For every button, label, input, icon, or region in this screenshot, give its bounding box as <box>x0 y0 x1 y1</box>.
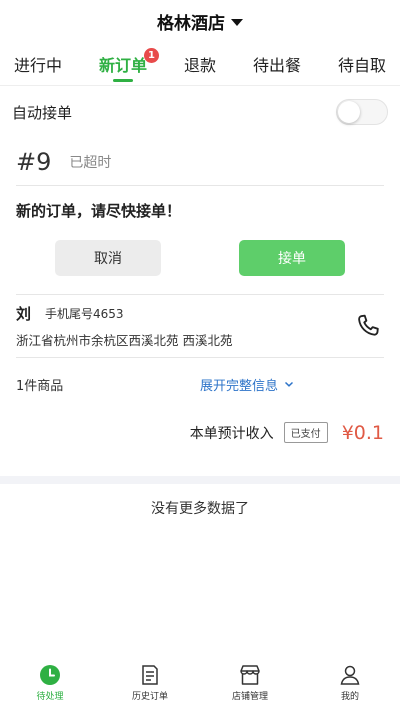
tab-label: 待自取 <box>337 55 386 75</box>
bottom-nav: 待处理 历史订单 店铺管理 我的 <box>0 663 400 711</box>
document-icon <box>142 665 158 685</box>
phone-icon[interactable] <box>354 312 382 340</box>
order-number: #9 <box>16 147 52 176</box>
customer-info: 刘 手机尾号4653 浙江省杭州市余杭区西溪北苑 西溪北苑 <box>16 294 384 358</box>
nav-store-management[interactable]: 店铺管理 <box>200 663 300 702</box>
order-actions: 取消 接单 <box>16 232 384 294</box>
expand-label: 展开完整信息 <box>200 378 279 394</box>
chevron-down-icon <box>285 381 294 387</box>
auto-accept-toggle[interactable] <box>336 99 388 125</box>
nav-label: 店铺管理 <box>231 692 268 702</box>
no-more-data-text: 没有更多数据了 <box>151 501 249 517</box>
tab-refund[interactable]: 退款 <box>184 42 216 86</box>
income-label: 本单预计收入 <box>189 425 274 442</box>
app-header: 格林酒店 <box>0 0 400 42</box>
order-tabs: 进行中 新订单 1 退款 待出餐 待自取 <box>0 42 400 86</box>
income-amount: ¥0.1 <box>341 421 384 444</box>
customer-address: 浙江省杭州市余杭区西溪北苑 西溪北苑 <box>16 333 233 348</box>
clock-icon <box>40 665 60 685</box>
section-divider <box>0 476 400 484</box>
goods-row: 1件商品 展开完整信息 <box>16 358 384 410</box>
nav-mine[interactable]: 我的 <box>300 663 400 702</box>
accept-order-button[interactable]: 接单 <box>239 240 345 276</box>
tab-label: 退款 <box>183 55 216 75</box>
person-icon <box>340 665 360 685</box>
order-header: #9 已超时 <box>16 138 384 186</box>
cancel-button[interactable]: 取消 <box>55 240 161 276</box>
tab-label: 新订单 <box>98 55 147 75</box>
nav-label: 历史订单 <box>131 692 168 702</box>
new-order-count-badge: 1 <box>144 47 159 63</box>
paid-badge: 已支付 <box>283 422 328 443</box>
nav-pending[interactable]: 待处理 <box>0 663 100 702</box>
tab-label: 待出餐 <box>252 55 301 75</box>
nav-label: 我的 <box>340 692 359 702</box>
caret-down-icon <box>231 18 243 26</box>
tab-awaiting-meal[interactable]: 待出餐 <box>253 42 301 86</box>
store-selector[interactable]: 格林酒店 <box>157 9 243 34</box>
auto-accept-label: 自动接单 <box>12 103 73 122</box>
customer-phone: 手机尾号4653 <box>45 307 124 321</box>
tab-new-orders[interactable]: 新订单 1 <box>98 42 159 86</box>
order-status: 已超时 <box>69 154 112 171</box>
income-row: 本单预计收入 已支付 ¥0.1 <box>16 410 384 455</box>
goods-count: 1件商品 <box>16 378 64 394</box>
expand-details-link[interactable]: 展开完整信息 <box>200 375 294 394</box>
new-order-notice: 新的订单，请尽快接单！ <box>16 202 182 220</box>
nav-label: 待处理 <box>36 692 64 702</box>
nav-history-orders[interactable]: 历史订单 <box>100 663 200 702</box>
auto-accept-row: 自动接单 <box>0 86 400 138</box>
order-card: #9 已超时 新的订单，请尽快接单！ 取消 接单 刘 手机尾号4653 浙江省杭… <box>16 138 384 455</box>
store-icon <box>240 665 260 685</box>
store-name: 格林酒店 <box>157 13 225 34</box>
tab-self-pickup[interactable]: 待自取 <box>338 42 386 86</box>
toggle-knob <box>338 101 360 123</box>
customer-name: 刘 <box>16 305 32 323</box>
tab-label: 进行中 <box>14 55 63 75</box>
tab-in-progress[interactable]: 进行中 <box>14 42 62 86</box>
